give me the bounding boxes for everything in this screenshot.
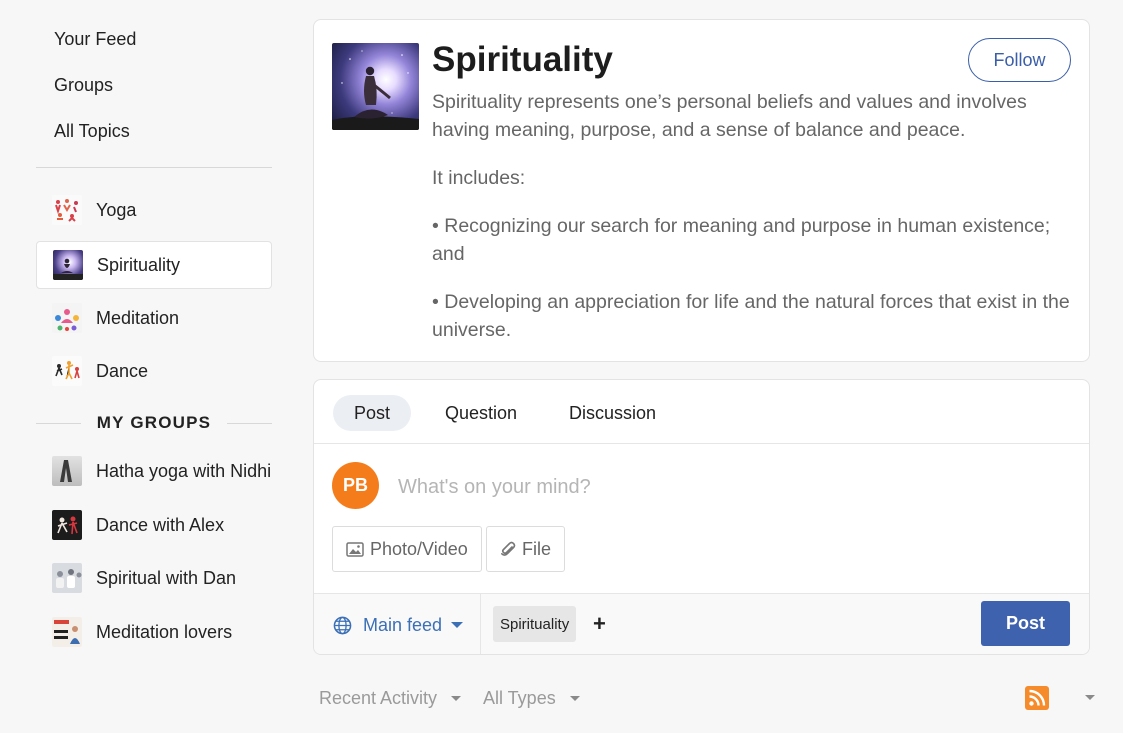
dance-group-thumbnail [52,510,82,540]
my-groups-header: MY GROUPS [36,412,272,434]
sidebar-item-label: Spirituality [97,254,181,275]
all-types-filter[interactable]: All Types [483,688,580,709]
nav-all-topics[interactable]: All Topics [54,121,130,142]
all-types-label: All Types [483,688,556,708]
my-groups-line-left [36,422,81,424]
recent-activity-filter[interactable]: Recent Activity [319,688,462,709]
rss-icon[interactable] [1025,686,1049,710]
nav-groups[interactable]: Groups [54,75,113,96]
image-icon [346,541,364,557]
paperclip-icon [501,541,516,556]
description-paragraph: • Developing an appreciation for life an… [432,291,1070,341]
avatar[interactable]: PB [332,462,379,509]
sidebar-item-spiritual-with-dan[interactable]: Spiritual with Dan [36,554,272,602]
my-groups-title: MY GROUPS [96,413,212,432]
chevron-down-icon [569,696,580,701]
sidebar-item-dance-with-alex[interactable]: Dance with Alex [36,501,272,549]
meditation-thumbnail [52,303,82,333]
topic-image [332,43,419,130]
chevron-down-icon[interactable] [1085,695,1095,700]
sidebar-item-hatha-yoga-with-nidhi[interactable]: Hatha yoga with Nidhi [36,447,272,495]
sidebar-item-label: Dance [96,360,149,381]
sidebar-item-label: Dance with Alex [96,514,225,535]
tab-question[interactable]: Question [424,395,538,431]
add-tag-button[interactable]: + [593,611,606,637]
file-label: File [522,538,552,559]
description-paragraph: • Recognizing our search for meaning and… [432,215,1051,265]
nav-your-feed[interactable]: Your Feed [54,29,136,50]
photo-video-label: Photo/Video [370,538,468,559]
topic-tag-chip[interactable]: Spirituality [493,606,577,642]
globe-icon [333,616,352,634]
sidebar-item-label: Meditation [96,307,180,328]
meditation-group-thumbnail [52,617,82,647]
post-input[interactable] [394,470,1064,504]
sidebar-item-label: Hatha yoga with Nidhi [96,460,272,481]
follow-button[interactable]: Follow [968,38,1071,82]
tab-post[interactable]: Post [333,395,412,431]
recent-activity-label: Recent Activity [319,688,438,708]
composer-footer: Main feed Spirituality + Post [314,593,1089,654]
chevron-down-icon [451,696,462,701]
topic-title: Spirituality [432,40,613,79]
description-paragraph: It includes: [432,167,526,189]
post-button[interactable]: Post [981,601,1070,646]
sidebar-item-label: Yoga [96,199,137,220]
sidebar-item-dance[interactable]: Dance [36,347,272,395]
my-groups-line-right [227,422,272,424]
sidebar-item-spirituality[interactable]: Spirituality [36,241,272,289]
feed-selector-label: Main feed [363,614,443,635]
sidebar-item-meditation[interactable]: Meditation [36,294,272,342]
sidebar-item-label: Meditation lovers [96,621,233,642]
topic-description: Spirituality represents one’s personal b… [432,88,1072,364]
topic-card: Spirituality Follow Spirituality represe… [313,19,1090,362]
sidebar-item-meditation-lovers[interactable]: Meditation lovers [36,608,272,656]
sidebar-divider [36,167,272,168]
sidebar-item-yoga[interactable]: Yoga [36,186,272,234]
photo-video-button[interactable]: Photo/Video [332,526,482,572]
description-paragraph: Spirituality represents one’s personal b… [432,91,1027,141]
spirituality-thumbnail [53,250,83,280]
file-button[interactable]: File [486,526,566,572]
yoga-thumbnail [52,195,82,225]
tab-discussion[interactable]: Discussion [548,395,677,431]
chevron-down-icon [451,622,464,628]
dance-thumbnail [52,356,82,386]
feed-selector[interactable]: Main feed [314,594,481,654]
post-composer: Post Question Discussion PB Photo/Video … [313,379,1090,655]
spiritual-group-thumbnail [52,563,82,593]
hatha-yoga-thumbnail [52,456,82,486]
composer-tabs: Post Question Discussion [314,380,1089,444]
sidebar-item-label: Spiritual with Dan [96,567,237,588]
